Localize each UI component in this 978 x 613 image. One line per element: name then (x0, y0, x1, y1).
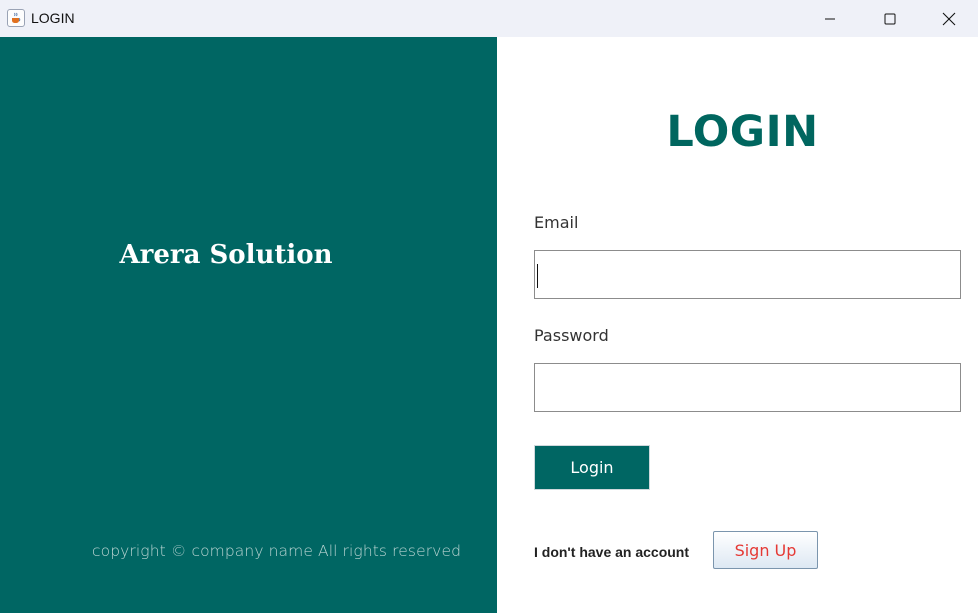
minimize-icon (825, 18, 835, 19)
login-heading: LOGIN (666, 107, 819, 157)
java-cup-icon (7, 9, 25, 27)
maximize-icon (884, 13, 896, 24)
title-bar: LOGIN (0, 0, 978, 37)
copyright-text: copyright © company name All rights rese… (92, 542, 462, 560)
close-icon (942, 12, 956, 25)
email-label: Email (534, 213, 579, 232)
minimize-button[interactable] (801, 0, 859, 37)
sign-up-button[interactable]: Sign Up (713, 531, 818, 569)
close-button[interactable] (920, 0, 978, 37)
password-label: Password (534, 326, 609, 345)
login-button[interactable]: Login (534, 445, 650, 490)
window-title: LOGIN (31, 10, 75, 26)
password-field[interactable] (534, 363, 961, 412)
no-account-text: I don't have an account (534, 544, 690, 560)
brand-name: Arera Solution (119, 240, 333, 270)
text-caret (537, 264, 538, 288)
login-form-panel: LOGIN Email Password Login I don't have … (497, 37, 978, 613)
maximize-button[interactable] (861, 0, 919, 37)
brand-panel: Arera Solution copyright © company name … (0, 37, 497, 613)
email-field[interactable] (534, 250, 961, 299)
